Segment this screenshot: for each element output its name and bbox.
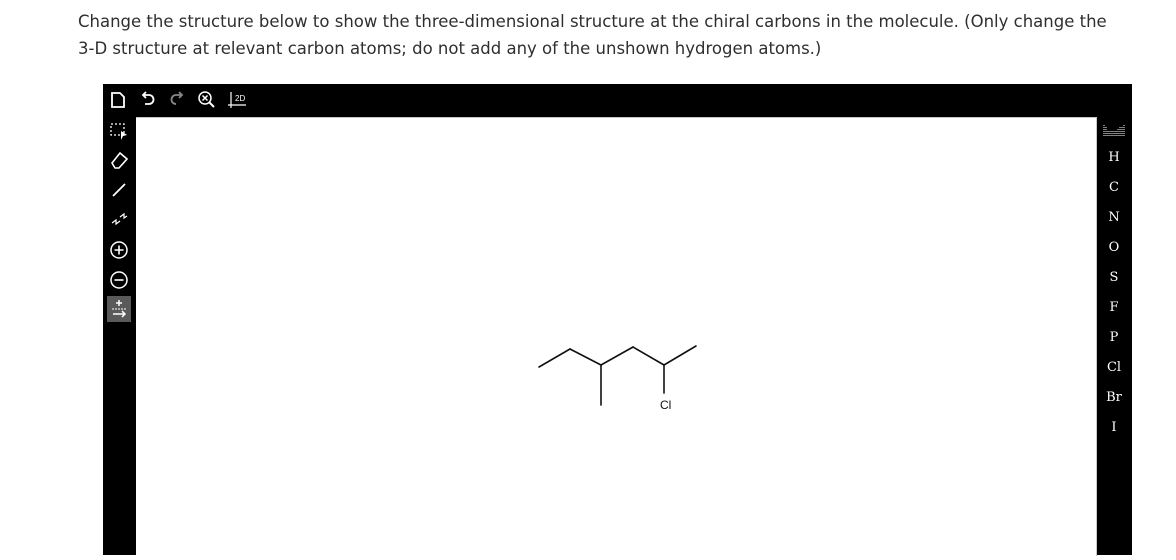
atom-button-N[interactable]: N bbox=[1096, 203, 1132, 231]
select-lasso-icon bbox=[110, 123, 127, 140]
bond bbox=[600, 346, 634, 366]
drawing-canvas[interactable]: Cl bbox=[136, 117, 1097, 556]
new-document-button[interactable] bbox=[107, 88, 129, 112]
bond bbox=[663, 345, 697, 366]
molecule-editor: 2D H C N O S F P Cl Br I Cl bbox=[103, 84, 1132, 556]
clear-zoom-icon bbox=[198, 91, 215, 108]
positive-charge-tool[interactable] bbox=[107, 237, 131, 263]
negative-charge-icon bbox=[110, 271, 128, 289]
undo-button[interactable] bbox=[137, 88, 159, 112]
bond bbox=[569, 348, 602, 366]
undo-icon bbox=[141, 91, 155, 105]
chlorine-atom-label[interactable]: Cl bbox=[660, 398, 671, 412]
atom-label: P bbox=[1109, 329, 1119, 345]
atom-label: S bbox=[1109, 269, 1119, 285]
atom-label: Cl bbox=[1106, 359, 1122, 375]
new-document-icon bbox=[111, 92, 125, 108]
eraser-icon bbox=[111, 151, 129, 169]
atom-button-Br[interactable]: Br bbox=[1096, 383, 1132, 411]
redo-icon bbox=[170, 91, 184, 105]
atom-label: N bbox=[1108, 209, 1120, 225]
atom-button-O[interactable]: O bbox=[1096, 233, 1132, 261]
add-lone-pair-icon bbox=[112, 300, 127, 318]
select-tool[interactable] bbox=[107, 118, 131, 144]
lone-pair-tool[interactable] bbox=[107, 296, 131, 322]
atom-button-F[interactable]: F bbox=[1096, 293, 1132, 321]
positive-charge-icon bbox=[110, 241, 128, 259]
chain-tool[interactable] bbox=[107, 206, 131, 232]
atom-button-H[interactable]: H bbox=[1096, 143, 1132, 171]
bond bbox=[538, 348, 571, 368]
eraser-tool[interactable] bbox=[107, 147, 131, 173]
atom-button-Cl[interactable]: Cl bbox=[1096, 353, 1132, 381]
atom-label: O bbox=[1108, 239, 1120, 255]
atom-label: H bbox=[1108, 149, 1120, 165]
clean-2d-icon: 2D bbox=[228, 92, 246, 108]
bond bbox=[632, 346, 665, 366]
periodic-table-button[interactable] bbox=[1096, 116, 1132, 144]
single-bond-tool[interactable] bbox=[107, 177, 131, 203]
svg-text:2D: 2D bbox=[235, 94, 245, 103]
atom-button-I[interactable]: I bbox=[1096, 413, 1132, 441]
atom-label: F bbox=[1109, 299, 1119, 315]
atom-button-C[interactable]: C bbox=[1096, 173, 1132, 201]
chain-icon bbox=[111, 212, 128, 226]
single-bond-icon bbox=[112, 183, 126, 197]
clear-zoom-button[interactable] bbox=[196, 88, 218, 112]
atom-label: I bbox=[1111, 419, 1117, 435]
atom-label: Br bbox=[1106, 389, 1122, 405]
question-text: Change the structure below to show the t… bbox=[78, 12, 1107, 58]
negative-charge-tool[interactable] bbox=[107, 267, 131, 293]
atom-label: C bbox=[1109, 179, 1119, 195]
atom-button-S[interactable]: S bbox=[1096, 263, 1132, 291]
periodic-table-icon bbox=[1103, 125, 1125, 136]
clean-2d-button[interactable]: 2D bbox=[227, 88, 249, 112]
redo-button[interactable] bbox=[166, 88, 188, 112]
atom-button-P[interactable]: P bbox=[1096, 323, 1132, 351]
molecule-structure[interactable]: Cl bbox=[136, 118, 1096, 556]
